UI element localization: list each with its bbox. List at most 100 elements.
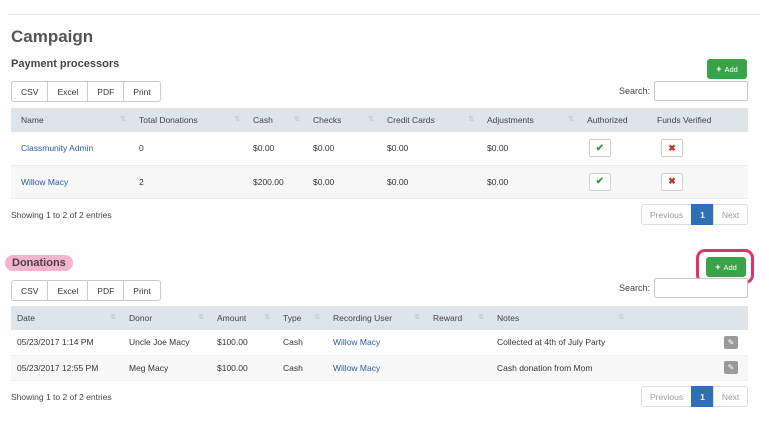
- x-icon[interactable]: ✖: [661, 172, 683, 191]
- processors-table: Name ⇅ Total Donations ⇅ Cash ⇅ Checks ⇅ Cre…: [11, 108, 748, 199]
- col-date[interactable]: Date ⇅: [11, 306, 119, 330]
- col-reward[interactable]: Reward ⇅: [423, 306, 487, 330]
- checks-cell: $0.00: [303, 132, 377, 166]
- plus-icon: +: [716, 64, 722, 74]
- processors-search-label: Search:: [619, 86, 651, 96]
- processors-search-input[interactable]: [654, 81, 748, 101]
- notes-cell: Cash donation from Mom: [487, 355, 627, 381]
- pdf-button[interactable]: PDF: [87, 280, 125, 301]
- plus-icon: +: [715, 262, 721, 272]
- donations-add-label: Add: [723, 262, 737, 272]
- sort-icon: ⇅: [120, 116, 126, 123]
- col-cash[interactable]: Cash ⇅: [243, 108, 303, 132]
- table-row: 05/23/2017 12:55 PM Meg Macy $100.00 Cas…: [11, 355, 748, 381]
- donations-search-label: Search:: [619, 283, 651, 293]
- col-total-donations[interactable]: Total Donations ⇅: [129, 108, 243, 132]
- amount-cell: $100.00: [207, 355, 273, 381]
- donations-export-buttons: CSV Excel PDF Print: [11, 280, 161, 301]
- col-name[interactable]: Name ⇅: [11, 108, 129, 132]
- cash-cell: $0.00: [243, 132, 303, 166]
- page-title: Campaign: [11, 27, 94, 46]
- sort-icon: ⇅: [294, 116, 300, 123]
- type-cell: Cash: [273, 330, 323, 356]
- processors-showing-text: Showing 1 to 2 of 2 entries: [11, 210, 112, 220]
- col-amount[interactable]: Amount ⇅: [207, 306, 273, 330]
- col-notes[interactable]: Notes ⇅: [487, 306, 627, 330]
- col-credit-cards[interactable]: Credit Cards ⇅: [377, 108, 477, 132]
- sort-icon: ⇅: [478, 314, 484, 321]
- type-cell: Cash: [273, 355, 323, 381]
- total-donations-cell: 2: [129, 165, 243, 199]
- col-recording-user[interactable]: Recording User ⇅: [323, 306, 423, 330]
- print-button[interactable]: Print: [123, 81, 161, 102]
- sort-icon: ⇅: [414, 314, 420, 321]
- sort-icon: ⇅: [568, 116, 574, 123]
- next-button[interactable]: Next: [712, 386, 749, 407]
- recording-user-link[interactable]: Willow Macy: [333, 363, 380, 373]
- processors-add-label: Add: [724, 64, 738, 74]
- reward-cell: [423, 330, 487, 356]
- excel-button[interactable]: Excel: [47, 81, 89, 102]
- col-donor[interactable]: Donor ⇅: [119, 306, 207, 330]
- col-type[interactable]: Type ⇅: [273, 306, 323, 330]
- donor-cell: Meg Macy: [119, 355, 207, 381]
- checks-cell: $0.00: [303, 165, 377, 199]
- sort-icon: ⇅: [618, 314, 624, 321]
- adjustments-cell: $0.00: [477, 165, 577, 199]
- sort-icon: ⇅: [468, 116, 474, 123]
- donations-pagination: Previous 1 Next: [641, 386, 749, 407]
- excel-button[interactable]: Excel: [47, 280, 89, 301]
- donor-cell: Uncle Joe Macy: [119, 330, 207, 356]
- date-cell: 05/23/2017 1:14 PM: [11, 330, 119, 356]
- pdf-button[interactable]: PDF: [87, 81, 125, 102]
- print-button[interactable]: Print: [123, 280, 161, 301]
- processors-title: Payment processors: [11, 58, 120, 70]
- processors-export-buttons: CSV Excel PDF Print: [11, 81, 161, 102]
- col-actions: [627, 306, 748, 330]
- donations-showing-text: Showing 1 to 2 of 2 entries: [11, 392, 112, 402]
- next-button[interactable]: Next: [712, 204, 749, 225]
- sort-icon: ⇅: [314, 314, 320, 321]
- processor-name-link[interactable]: Classmunity Admin: [21, 143, 93, 153]
- table-row: Willow Macy 2 $200.00 $0.00 $0.00 $0.00 …: [11, 165, 748, 199]
- processors-add-button[interactable]: + Add: [707, 59, 747, 79]
- donations-title: Donations: [5, 255, 73, 271]
- sort-icon: ⇅: [368, 116, 374, 123]
- csv-button[interactable]: CSV: [11, 280, 49, 301]
- sort-icon: ⇅: [110, 314, 116, 321]
- reward-cell: [423, 355, 487, 381]
- check-icon[interactable]: ✔: [589, 139, 611, 158]
- processor-name-link[interactable]: Willow Macy: [21, 177, 68, 187]
- total-donations-cell: 0: [129, 132, 243, 166]
- recording-user-link[interactable]: Willow Macy: [333, 337, 380, 347]
- col-authorized[interactable]: Authorized: [577, 108, 647, 132]
- adjustments-cell: $0.00: [477, 132, 577, 166]
- credit-cards-cell: $0.00: [377, 165, 477, 199]
- col-adjustments[interactable]: Adjustments ⇅: [477, 108, 577, 132]
- check-icon[interactable]: ✔: [589, 172, 611, 191]
- notes-cell: Collected at 4th of July Party: [487, 330, 627, 356]
- page-1-button[interactable]: 1: [691, 204, 714, 225]
- col-funds-verified[interactable]: Funds Verified: [647, 108, 748, 132]
- sort-icon: ⇅: [264, 314, 270, 321]
- csv-button[interactable]: CSV: [11, 81, 49, 102]
- table-row: 05/23/2017 1:14 PM Uncle Joe Macy $100.0…: [11, 330, 748, 356]
- x-icon[interactable]: ✖: [661, 139, 683, 158]
- table-row: Classmunity Admin 0 $0.00 $0.00 $0.00 $0…: [11, 132, 748, 166]
- donations-search-input[interactable]: [654, 278, 748, 298]
- edit-icon[interactable]: ✎: [724, 361, 738, 374]
- cash-cell: $200.00: [243, 165, 303, 199]
- amount-cell: $100.00: [207, 330, 273, 356]
- previous-button[interactable]: Previous: [641, 386, 693, 407]
- sort-icon: ⇅: [198, 314, 204, 321]
- sort-icon: ⇅: [234, 116, 240, 123]
- processors-pagination: Previous 1 Next: [641, 204, 749, 225]
- edit-icon[interactable]: ✎: [724, 335, 738, 349]
- donations-add-button[interactable]: + Add: [706, 257, 746, 277]
- top-divider: [8, 14, 760, 15]
- donations-table: Date ⇅ Donor ⇅ Amount ⇅ Type ⇅ Recording Use…: [11, 306, 748, 381]
- previous-button[interactable]: Previous: [641, 204, 693, 225]
- col-checks[interactable]: Checks ⇅: [303, 108, 377, 132]
- page-1-button[interactable]: 1: [691, 386, 714, 407]
- date-cell: 05/23/2017 12:55 PM: [11, 355, 119, 381]
